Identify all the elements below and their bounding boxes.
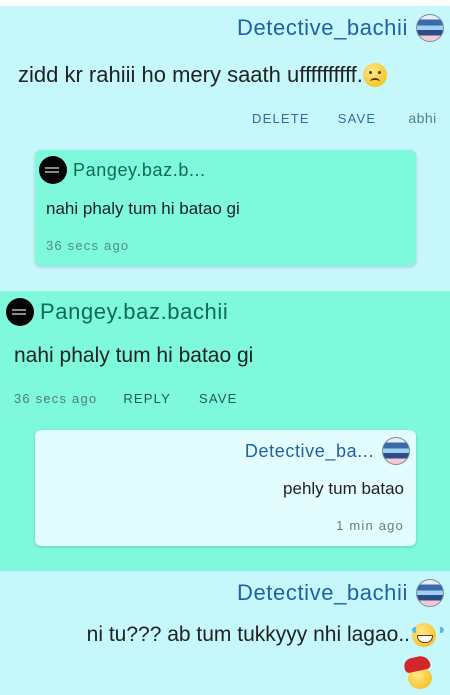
reply-preview-2-message: pehly tum batao	[283, 479, 404, 498]
reply-preview-2-header: Detective_ba...	[245, 436, 410, 466]
reply-preview-card-1[interactable]: Pangey.baz.b... nahi phaly tum hi batao …	[35, 150, 416, 266]
comment-2-header: Pangey.baz.bachii	[6, 296, 228, 328]
comment-3-username[interactable]: Detective_bachii	[237, 580, 408, 606]
reply-preview-1-username[interactable]: Pangey.baz.b...	[73, 160, 206, 181]
comment-1-actions: DELETE SAVE abhi	[252, 108, 437, 128]
comment-3-header: Detective_bachii	[237, 576, 444, 610]
comment-2-message-row: nahi phaly tum hi batao gi	[14, 341, 253, 371]
comment-1-avatar[interactable]	[416, 14, 444, 42]
comment-block-1: Detective_bachii zidd kr rahiii ho mery …	[0, 6, 450, 291]
comment-1-message-row: zidd kr rahiii ho mery saath uffffffffff…	[18, 59, 387, 91]
comment-block-3: Detective_bachii ni tu??? ab tum tukkyyy…	[0, 571, 450, 695]
reply-preview-1-time: 36 secs ago	[46, 237, 130, 253]
comment-block-2: Pangey.baz.bachii nahi phaly tum hi bata…	[0, 291, 450, 571]
reply-preview-2-avatar[interactable]	[382, 437, 410, 465]
comment-1-header: Detective_bachii	[237, 11, 444, 45]
save-button-2[interactable]: SAVE	[199, 391, 238, 406]
reply-preview-1-message: nahi phaly tum hi batao gi	[46, 199, 240, 218]
comment-3-avatar[interactable]	[416, 579, 444, 607]
comment-1-username[interactable]: Detective_bachii	[237, 15, 408, 41]
save-button[interactable]: SAVE	[338, 111, 377, 126]
comment-2-username[interactable]: Pangey.baz.bachii	[40, 299, 228, 325]
reply-preview-1-avatar[interactable]	[39, 156, 67, 184]
sad-face-emoji-icon	[362, 63, 387, 87]
reply-preview-1-meta: 36 secs ago	[46, 236, 129, 254]
comment-2-avatar[interactable]	[6, 298, 34, 326]
reply-preview-2-message-row: pehly tum batao	[283, 478, 404, 500]
comment-1-message: zidd kr rahiii ho mery saath uffffffffff…	[18, 62, 363, 87]
delete-button[interactable]: DELETE	[252, 111, 310, 126]
reply-preview-2-meta: 1 min ago	[336, 516, 404, 534]
reply-preview-1-message-row: nahi phaly tum hi batao gi	[46, 198, 240, 220]
reply-preview-2-time: 1 min ago	[336, 517, 404, 533]
reply-preview-1-header: Pangey.baz.b...	[39, 156, 206, 184]
hat-emoji-icon	[402, 654, 434, 689]
comment-2-message: nahi phaly tum hi batao gi	[14, 344, 254, 367]
comment-3-message: ni tu??? ab tum tukkyyy nhi lagao..	[86, 623, 410, 646]
comment-2-time: 36 secs ago	[14, 390, 98, 406]
reply-preview-2-username[interactable]: Detective_ba...	[245, 441, 374, 462]
extra-action[interactable]: abhi	[408, 110, 436, 126]
comment-3-message-row: ni tu??? ab tum tukkyyy nhi lagao..	[86, 619, 444, 651]
reply-button[interactable]: REPLY	[123, 391, 171, 406]
reply-preview-card-2[interactable]: Detective_ba... pehly tum batao 1 min ag…	[35, 430, 416, 546]
laughing-tears-emoji-icon	[412, 623, 444, 647]
comment-2-actions: 36 secs ago REPLY SAVE	[14, 388, 238, 408]
